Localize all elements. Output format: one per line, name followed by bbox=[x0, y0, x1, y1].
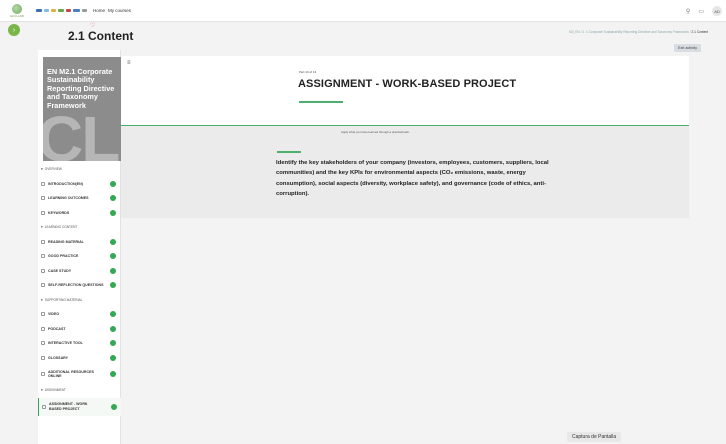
section-header-overview[interactable]: ▾ OVERVIEW bbox=[38, 162, 121, 177]
breadcrumb: M2_EN / 2. 1 Corporate Sustainability Re… bbox=[569, 30, 708, 34]
toc-item-glossary[interactable]: GLOSSARY bbox=[38, 351, 121, 366]
course-index-toggle-button[interactable]: › bbox=[8, 24, 20, 36]
page-icon bbox=[41, 181, 45, 186]
toc-item-introduction[interactable]: INTRODUCTION(EN) bbox=[38, 177, 121, 192]
toc-item-self-reflection[interactable]: SELF-REFLECTION QUESTIONS bbox=[38, 278, 121, 293]
toc-item-podcast[interactable]: PODCAST bbox=[38, 322, 121, 337]
nav-home-link[interactable]: Home bbox=[93, 8, 105, 13]
section-header-assignment[interactable]: ▾ ASSIGNMENT bbox=[38, 383, 121, 398]
toc-item-good-practice[interactable]: GOOD PRACTICE bbox=[38, 249, 121, 264]
toc-item-learning-outcomes[interactable]: LEARNING OUTCOMES bbox=[38, 191, 121, 206]
toc-item-keywords[interactable]: KEYWORDS bbox=[38, 206, 121, 221]
assignment-body-text: Identify the key stakeholders of your co… bbox=[276, 160, 549, 197]
completion-icon bbox=[110, 195, 116, 202]
tool-icon bbox=[41, 341, 45, 346]
exit-activity-button[interactable]: Exit activity bbox=[674, 44, 701, 52]
completion-icon bbox=[110, 340, 116, 347]
completion-icon bbox=[110, 311, 116, 318]
completion-icon bbox=[110, 325, 116, 332]
caret-down-icon: ▾ bbox=[41, 225, 43, 230]
section-header-learning-content[interactable]: ▾ LEARNING CONTENT bbox=[38, 220, 121, 235]
page-icon bbox=[41, 355, 45, 360]
page-icon bbox=[41, 268, 45, 273]
top-navbar: ECO-LAB Home My courses ⚲ ▭ AD bbox=[0, 0, 726, 22]
completion-icon bbox=[110, 267, 116, 274]
caret-down-icon: ▾ bbox=[41, 388, 43, 393]
activity-type-icon: ♡ bbox=[90, 23, 96, 29]
toc-item-additional-resources[interactable]: ADDITIONAL RESOURCES ONLINE bbox=[38, 365, 121, 383]
toc-item-reading-material[interactable]: READING MATERIAL bbox=[38, 235, 121, 250]
completion-icon bbox=[110, 354, 116, 361]
partner-logos bbox=[36, 9, 87, 12]
assignment-band: Apply what you have learned through a pr… bbox=[121, 125, 689, 218]
avatar[interactable]: AD bbox=[712, 6, 722, 16]
band-subtitle: Apply what you have learned through a pr… bbox=[341, 130, 410, 134]
page-icon bbox=[41, 283, 45, 288]
page-icon bbox=[42, 404, 46, 409]
chevron-right-icon: › bbox=[12, 26, 16, 34]
page-title: 2.1 Content bbox=[68, 29, 134, 43]
breadcrumb-item-course[interactable]: M2_EN bbox=[569, 30, 580, 34]
caret-down-icon: ▾ bbox=[41, 297, 43, 302]
content-card: Part 13 of 13 ASSIGNMENT - WORK-BASED PR… bbox=[121, 56, 689, 218]
completion-icon bbox=[110, 209, 116, 216]
caret-down-icon: ▾ bbox=[41, 167, 43, 172]
course-index-list: ▾ OVERVIEW INTRODUCTION(EN) LEARNING OUTC… bbox=[38, 162, 121, 416]
toc-item-video[interactable]: VIDEO bbox=[38, 307, 121, 322]
breadcrumb-item-current: 2.1 Content bbox=[691, 30, 708, 34]
nav-my-courses-link[interactable]: My courses bbox=[108, 8, 131, 13]
breadcrumb-item-section[interactable]: 2. 1 Corporate Sustainability Reporting … bbox=[582, 30, 688, 34]
brand-logo[interactable]: ECO-LAB bbox=[6, 2, 28, 20]
completion-icon bbox=[111, 403, 117, 410]
band-divider bbox=[277, 151, 301, 153]
completion-icon bbox=[110, 238, 116, 245]
user-controls: ⚲ ▭ AD bbox=[686, 6, 722, 16]
cover-graphic-letters: CL bbox=[43, 103, 120, 161]
page-icon bbox=[41, 210, 45, 215]
toc-item-case-study[interactable]: CASE STUDY bbox=[38, 264, 121, 279]
completion-icon bbox=[110, 282, 116, 289]
screen-capture-tooltip: Captura de Pantalla bbox=[567, 432, 622, 442]
part-label: Part 13 of 13 bbox=[299, 70, 317, 74]
completion-icon bbox=[110, 253, 116, 260]
brand-logo-text: ECO-LAB bbox=[10, 13, 24, 18]
section-header-supporting-material[interactable]: ▾ SUPPORTING MATERIAL bbox=[38, 293, 121, 308]
page-icon bbox=[41, 239, 45, 244]
messages-icon[interactable]: ▭ bbox=[698, 8, 704, 15]
completion-icon bbox=[110, 371, 116, 377]
page-icon bbox=[41, 196, 45, 201]
assignment-heading: ASSIGNMENT - WORK-BASED PROJECT bbox=[298, 78, 517, 90]
video-icon bbox=[41, 312, 45, 317]
heading-underline bbox=[299, 101, 343, 103]
notification-bell-icon[interactable]: ⚲ bbox=[686, 8, 690, 15]
brand-logo-icon bbox=[12, 3, 22, 14]
hamburger-menu-icon[interactable]: ≡ bbox=[127, 60, 131, 66]
page-icon bbox=[41, 372, 45, 376]
page-icon bbox=[41, 326, 45, 331]
toc-item-assignment[interactable]: ASSIGNMENT - WORK BASED PROJECT bbox=[38, 397, 121, 416]
page-icon bbox=[41, 254, 45, 259]
completion-icon bbox=[110, 180, 116, 187]
toc-item-interactive-tool[interactable]: INTERACTIVE TOOL bbox=[38, 336, 121, 351]
